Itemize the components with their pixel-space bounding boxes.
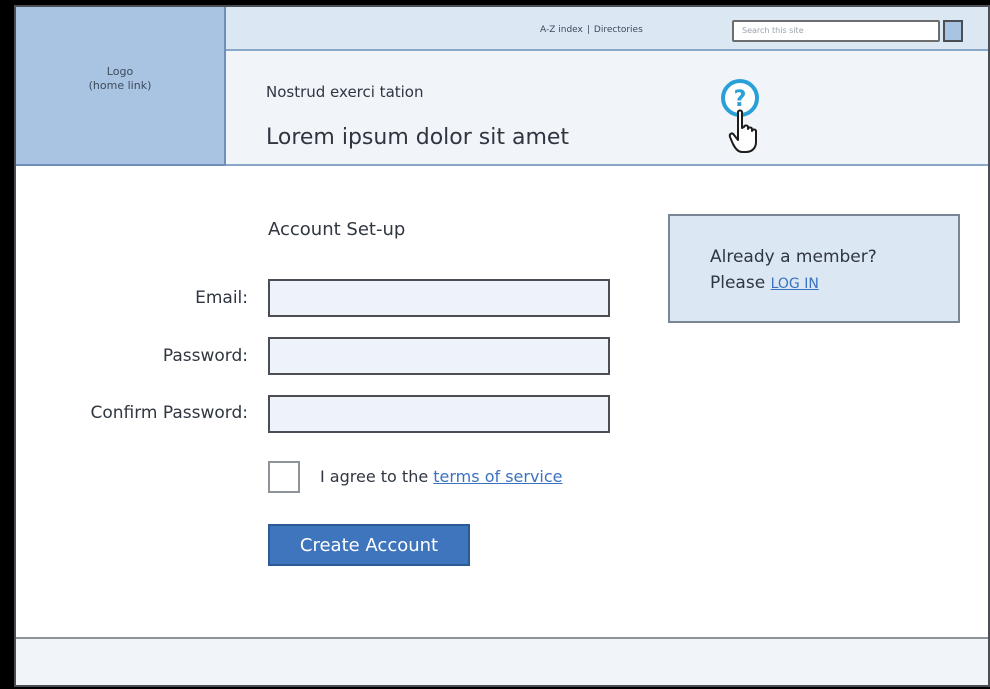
password-field[interactable] [268, 337, 610, 375]
page-frame: Logo (home link) A-Z index | Directories S… [14, 5, 990, 687]
search-button[interactable] [943, 20, 963, 42]
logo-text: Logo [106, 65, 134, 78]
help-icon[interactable]: ? [716, 76, 776, 156]
search-input[interactable]: Search this site [732, 20, 940, 42]
terms-agreement: I agree to the terms of service [320, 467, 563, 486]
member-login-line: Please LOG IN [710, 270, 958, 297]
pointer-hand-icon [728, 109, 757, 153]
member-login-prefix: Please [710, 273, 766, 293]
help-question-glyph: ? [734, 87, 747, 112]
confirm-password-label: Confirm Password: [90, 403, 248, 423]
member-login-panel: Already a member? Please LOG IN [668, 214, 960, 323]
terms-agreement-label: I agree to the [320, 467, 429, 486]
az-index-link[interactable]: A-Z index [540, 25, 583, 35]
terms-checkbox[interactable] [268, 461, 300, 493]
create-account-button[interactable]: Create Account [268, 524, 470, 566]
utility-separator: | [586, 25, 590, 35]
confirm-password-field[interactable] [268, 395, 610, 433]
page-title: Lorem ipsum dolor sit amet [266, 125, 570, 150]
member-prompt: Already a member? [710, 247, 877, 267]
logo-subtext: (home link) [88, 79, 152, 92]
utility-bar: A-Z index | Directories Search this site [226, 7, 988, 51]
login-link[interactable]: LOG IN [771, 276, 819, 292]
utility-links: A-Z index | Directories [540, 25, 643, 35]
page-subtitle: Nostrud exerci tation [266, 83, 424, 101]
logo-home-link[interactable]: Logo (home link) [16, 7, 226, 166]
page-header: Nostrud exerci tation Lorem ipsum dolor … [226, 51, 988, 166]
email-label: Email: [195, 288, 248, 308]
form-heading: Account Set-up [268, 219, 406, 240]
page-footer [16, 637, 988, 685]
terms-of-service-link[interactable]: terms of service [433, 467, 562, 486]
directories-link[interactable]: Directories [594, 25, 643, 35]
password-label: Password: [162, 346, 248, 366]
email-field[interactable] [268, 279, 610, 317]
